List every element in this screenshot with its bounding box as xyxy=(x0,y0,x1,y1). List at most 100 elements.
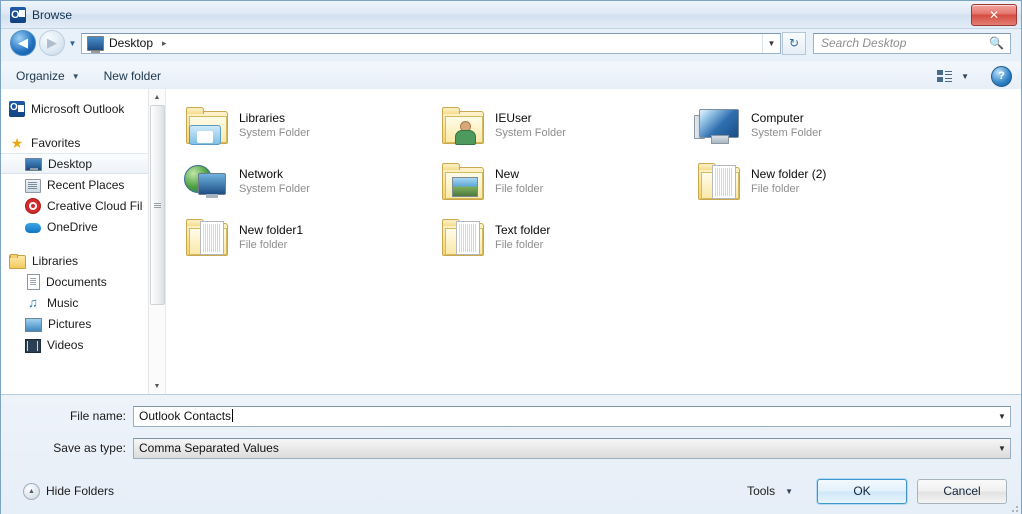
close-button[interactable]: ✕ xyxy=(971,4,1017,26)
file-name: Network xyxy=(239,166,284,181)
sidebar-item-documents[interactable]: Documents xyxy=(1,271,165,292)
sidebar-item-music[interactable]: ♫ Music xyxy=(1,292,165,313)
browser-body: Microsoft Outlook ★ Favorites Desktop Re… xyxy=(1,89,1021,394)
file-name: New folder1 xyxy=(239,222,304,237)
sidebar-item-creative-cloud-files[interactable]: Creative Cloud Fil xyxy=(1,195,165,216)
pictures-icon xyxy=(25,317,42,332)
file-type: System Folder xyxy=(751,126,822,139)
browse-dialog: O Browse ✕ ◀ ▶ ▼ Desktop ▸ ▼ ↻ Search De… xyxy=(0,0,1022,514)
view-mode-chevron-icon[interactable]: ▼ xyxy=(961,72,969,81)
sidebar-item-label: Desktop xyxy=(48,156,93,171)
file-name: IEUser xyxy=(495,110,532,125)
list-item[interactable]: IEUser System Folder xyxy=(436,97,692,153)
user-folder-icon xyxy=(440,103,486,147)
list-item[interactable]: New File folder xyxy=(436,153,692,209)
list-item[interactable]: New folder1 File folder xyxy=(180,209,436,265)
address-bar: ◀ ▶ ▼ Desktop ▸ ▼ ↻ Search Desktop 🔍 xyxy=(1,28,1021,58)
action-buttons-group: Tools ▼ OK Cancel xyxy=(747,478,1007,504)
scrollbar-grip-icon xyxy=(154,202,161,208)
scroll-down-button[interactable]: ▼ xyxy=(149,378,165,394)
documents-folder-icon xyxy=(184,215,230,259)
text-cursor xyxy=(232,409,234,422)
breadcrumb-separator-icon[interactable]: ▸ xyxy=(162,38,167,49)
sidebar-item-label: Music xyxy=(47,295,79,310)
file-name-dropdown-icon[interactable]: ▼ xyxy=(994,407,1010,426)
sidebar-item-microsoft-outlook[interactable]: Microsoft Outlook xyxy=(1,98,165,119)
ok-button[interactable]: OK xyxy=(817,478,907,504)
search-input[interactable]: Search Desktop xyxy=(821,36,989,50)
list-item[interactable]: Text folder File folder xyxy=(436,209,692,265)
breadcrumb-desktop[interactable]: Desktop xyxy=(109,36,153,50)
save-as-type-combobox[interactable]: Comma Separated Values ▼ xyxy=(133,437,1011,459)
file-name: Libraries xyxy=(239,110,286,125)
onedrive-icon xyxy=(25,223,41,233)
list-item[interactable]: New folder (2) File folder xyxy=(692,153,948,209)
command-toolbar: Organize ▼ New folder ▼ ? xyxy=(1,61,1021,91)
chevron-up-icon: ▲ xyxy=(23,482,40,500)
organize-button[interactable]: Organize ▼ xyxy=(7,64,89,88)
scroll-up-button[interactable]: ▲ xyxy=(149,89,165,105)
desktop-icon xyxy=(87,35,104,53)
forward-button[interactable]: ▶ xyxy=(39,30,65,56)
file-type: File folder xyxy=(239,238,288,251)
file-name: Text folder xyxy=(495,222,551,237)
sidebar-item-label: Videos xyxy=(47,337,84,352)
network-icon xyxy=(184,159,230,203)
file-type: File folder xyxy=(495,238,544,251)
address-dropdown-icon[interactable]: ▼ xyxy=(762,33,780,53)
help-button[interactable]: ? xyxy=(991,65,1012,87)
sidebar-item-videos[interactable]: Videos xyxy=(1,334,165,355)
file-name: New xyxy=(495,166,520,181)
file-type: System Folder xyxy=(239,182,310,195)
file-name-row: File name: Outlook Contacts ▼ xyxy=(1,405,1021,427)
address-input[interactable]: Desktop ▸ ▼ xyxy=(81,32,781,54)
sidebar-item-onedrive[interactable]: OneDrive xyxy=(1,216,165,237)
picture-folder-icon xyxy=(440,159,486,203)
file-type: System Folder xyxy=(239,126,310,139)
sidebar-item-favorites[interactable]: ★ Favorites xyxy=(1,132,165,153)
dialog-actions: ▲ Hide Folders Tools ▼ OK Cancel xyxy=(1,478,1021,504)
cancel-button[interactable]: Cancel xyxy=(917,478,1007,504)
search-box[interactable]: Search Desktop 🔍 xyxy=(813,32,1011,54)
window-title: Browse xyxy=(32,7,73,22)
refresh-button[interactable]: ↻ xyxy=(782,31,806,55)
sidebar-item-recent-places[interactable]: Recent Places xyxy=(1,174,165,195)
back-button[interactable]: ◀ xyxy=(10,30,36,56)
view-mode-button[interactable] xyxy=(933,66,955,86)
save-as-type-dropdown-icon[interactable]: ▼ xyxy=(994,439,1010,458)
file-name-combobox[interactable]: Outlook Contacts ▼ xyxy=(133,405,1011,427)
new-folder-label: New folder xyxy=(103,69,161,83)
outlook-icon xyxy=(9,100,25,117)
save-panel: File name: Outlook Contacts ▼ Save as ty… xyxy=(1,394,1021,514)
save-as-type-label: Save as type: xyxy=(53,441,126,455)
tools-label: Tools xyxy=(747,484,776,498)
list-item[interactable]: Network System Folder xyxy=(180,153,436,209)
file-list[interactable]: Libraries System Folder IEUser System Fo… xyxy=(166,89,1021,394)
libraries-icon xyxy=(9,253,26,269)
list-item[interactable]: Libraries System Folder xyxy=(180,97,436,153)
resize-grip-icon[interactable] xyxy=(1008,502,1018,512)
sidebar-item-libraries[interactable]: Libraries xyxy=(1,250,165,271)
sidebar-scrollbar[interactable]: ▲ ▼ xyxy=(148,89,165,394)
navigation-sidebar: Microsoft Outlook ★ Favorites Desktop Re… xyxy=(1,89,166,394)
libraries-folder-icon xyxy=(184,103,230,147)
file-name: New folder (2) xyxy=(751,166,827,181)
new-folder-button[interactable]: New folder xyxy=(95,64,170,88)
sidebar-item-desktop[interactable]: Desktop xyxy=(1,153,165,174)
file-name-input[interactable]: Outlook Contacts xyxy=(134,409,994,423)
scrollbar-track[interactable] xyxy=(149,105,165,378)
recent-places-icon xyxy=(25,178,41,193)
list-view-icon xyxy=(936,69,952,83)
sidebar-item-pictures[interactable]: Pictures xyxy=(1,313,165,334)
hide-folders-button[interactable]: ▲ Hide Folders xyxy=(23,482,114,500)
scrollbar-thumb[interactable] xyxy=(150,105,165,305)
file-name-label: File name: xyxy=(69,409,126,423)
list-item[interactable]: Computer System Folder xyxy=(692,97,948,153)
star-icon: ★ xyxy=(10,134,24,151)
file-name-value: Outlook Contacts xyxy=(139,409,232,423)
tools-button[interactable]: Tools ▼ xyxy=(747,484,793,498)
documents-icon xyxy=(27,274,40,290)
history-dropdown-icon[interactable]: ▼ xyxy=(66,33,79,53)
videos-icon xyxy=(25,338,41,353)
